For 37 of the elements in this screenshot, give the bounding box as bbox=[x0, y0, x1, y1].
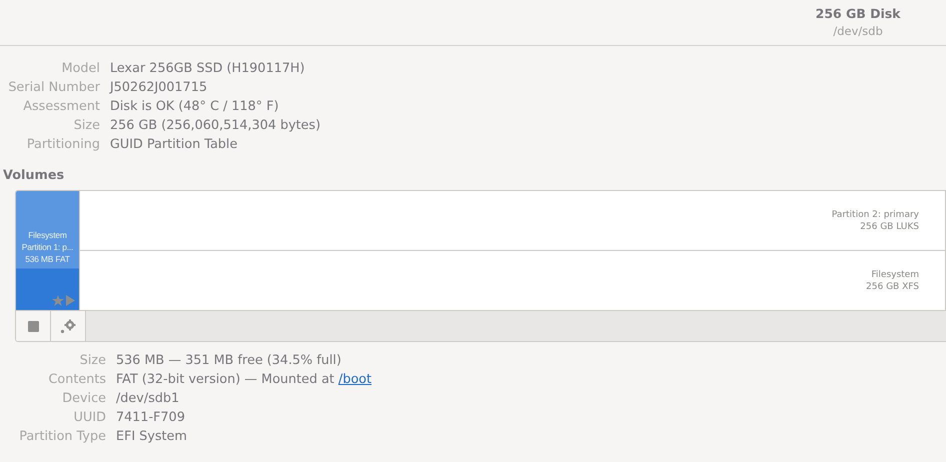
field-label: Partitioning bbox=[26, 136, 100, 154]
field-value: /dev/sdb1 bbox=[116, 390, 180, 408]
settings-icon bbox=[60, 318, 76, 334]
field-label: Contents bbox=[47, 371, 106, 389]
volume-label: Partition 2: primary bbox=[832, 208, 919, 220]
settings-button[interactable] bbox=[51, 311, 86, 341]
field-value: Lexar 256GB SSD (H190117H) bbox=[110, 60, 306, 78]
section-heading: Volumes bbox=[2, 167, 66, 185]
field-value: Disk is OK (48° C / 118° F) bbox=[110, 98, 280, 116]
mount-link[interactable]: /boot bbox=[338, 372, 372, 387]
volume-label: 256 GB LUKS bbox=[860, 220, 919, 232]
field-label: Serial Number bbox=[7, 79, 100, 97]
disk-title: 256 GB Disk bbox=[816, 6, 900, 21]
field-value: 256 GB (256,060,514,304 bytes) bbox=[110, 117, 320, 135]
field-value: 7411-F709 bbox=[116, 409, 186, 427]
field-value: EFI System bbox=[116, 428, 188, 446]
field-label: Model bbox=[60, 60, 100, 78]
field-value: J50262J001715 bbox=[110, 79, 208, 97]
field-label: Size bbox=[78, 352, 106, 370]
volume-label: Filesystem bbox=[871, 268, 919, 280]
play-icon bbox=[66, 295, 75, 306]
volume-label: 536 MB FAT bbox=[25, 253, 70, 265]
field-label: Device bbox=[61, 390, 106, 408]
field-value: FAT (32-bit version) — Mounted at bbox=[116, 372, 336, 387]
stop-button[interactable] bbox=[16, 311, 51, 341]
stop-icon bbox=[28, 320, 38, 332]
field-value: GUID Partition Table bbox=[110, 136, 238, 154]
volume-segment[interactable]: Filesystem Partition 1: p... 536 MB FAT bbox=[16, 191, 80, 310]
volume-label: 256 GB XFS bbox=[866, 280, 919, 292]
field-label: Assessment bbox=[22, 98, 100, 116]
field-label: UUID bbox=[72, 409, 106, 427]
device-path: /dev/sdb bbox=[833, 24, 883, 38]
volume-label: Partition 1: p... bbox=[22, 241, 74, 253]
field-label: Size bbox=[72, 117, 100, 135]
field-label: Partition Type bbox=[18, 428, 106, 446]
volume-label: Filesystem bbox=[28, 229, 67, 241]
field-value: 536 MB — 351 MB free (34.5% full) bbox=[116, 352, 342, 370]
